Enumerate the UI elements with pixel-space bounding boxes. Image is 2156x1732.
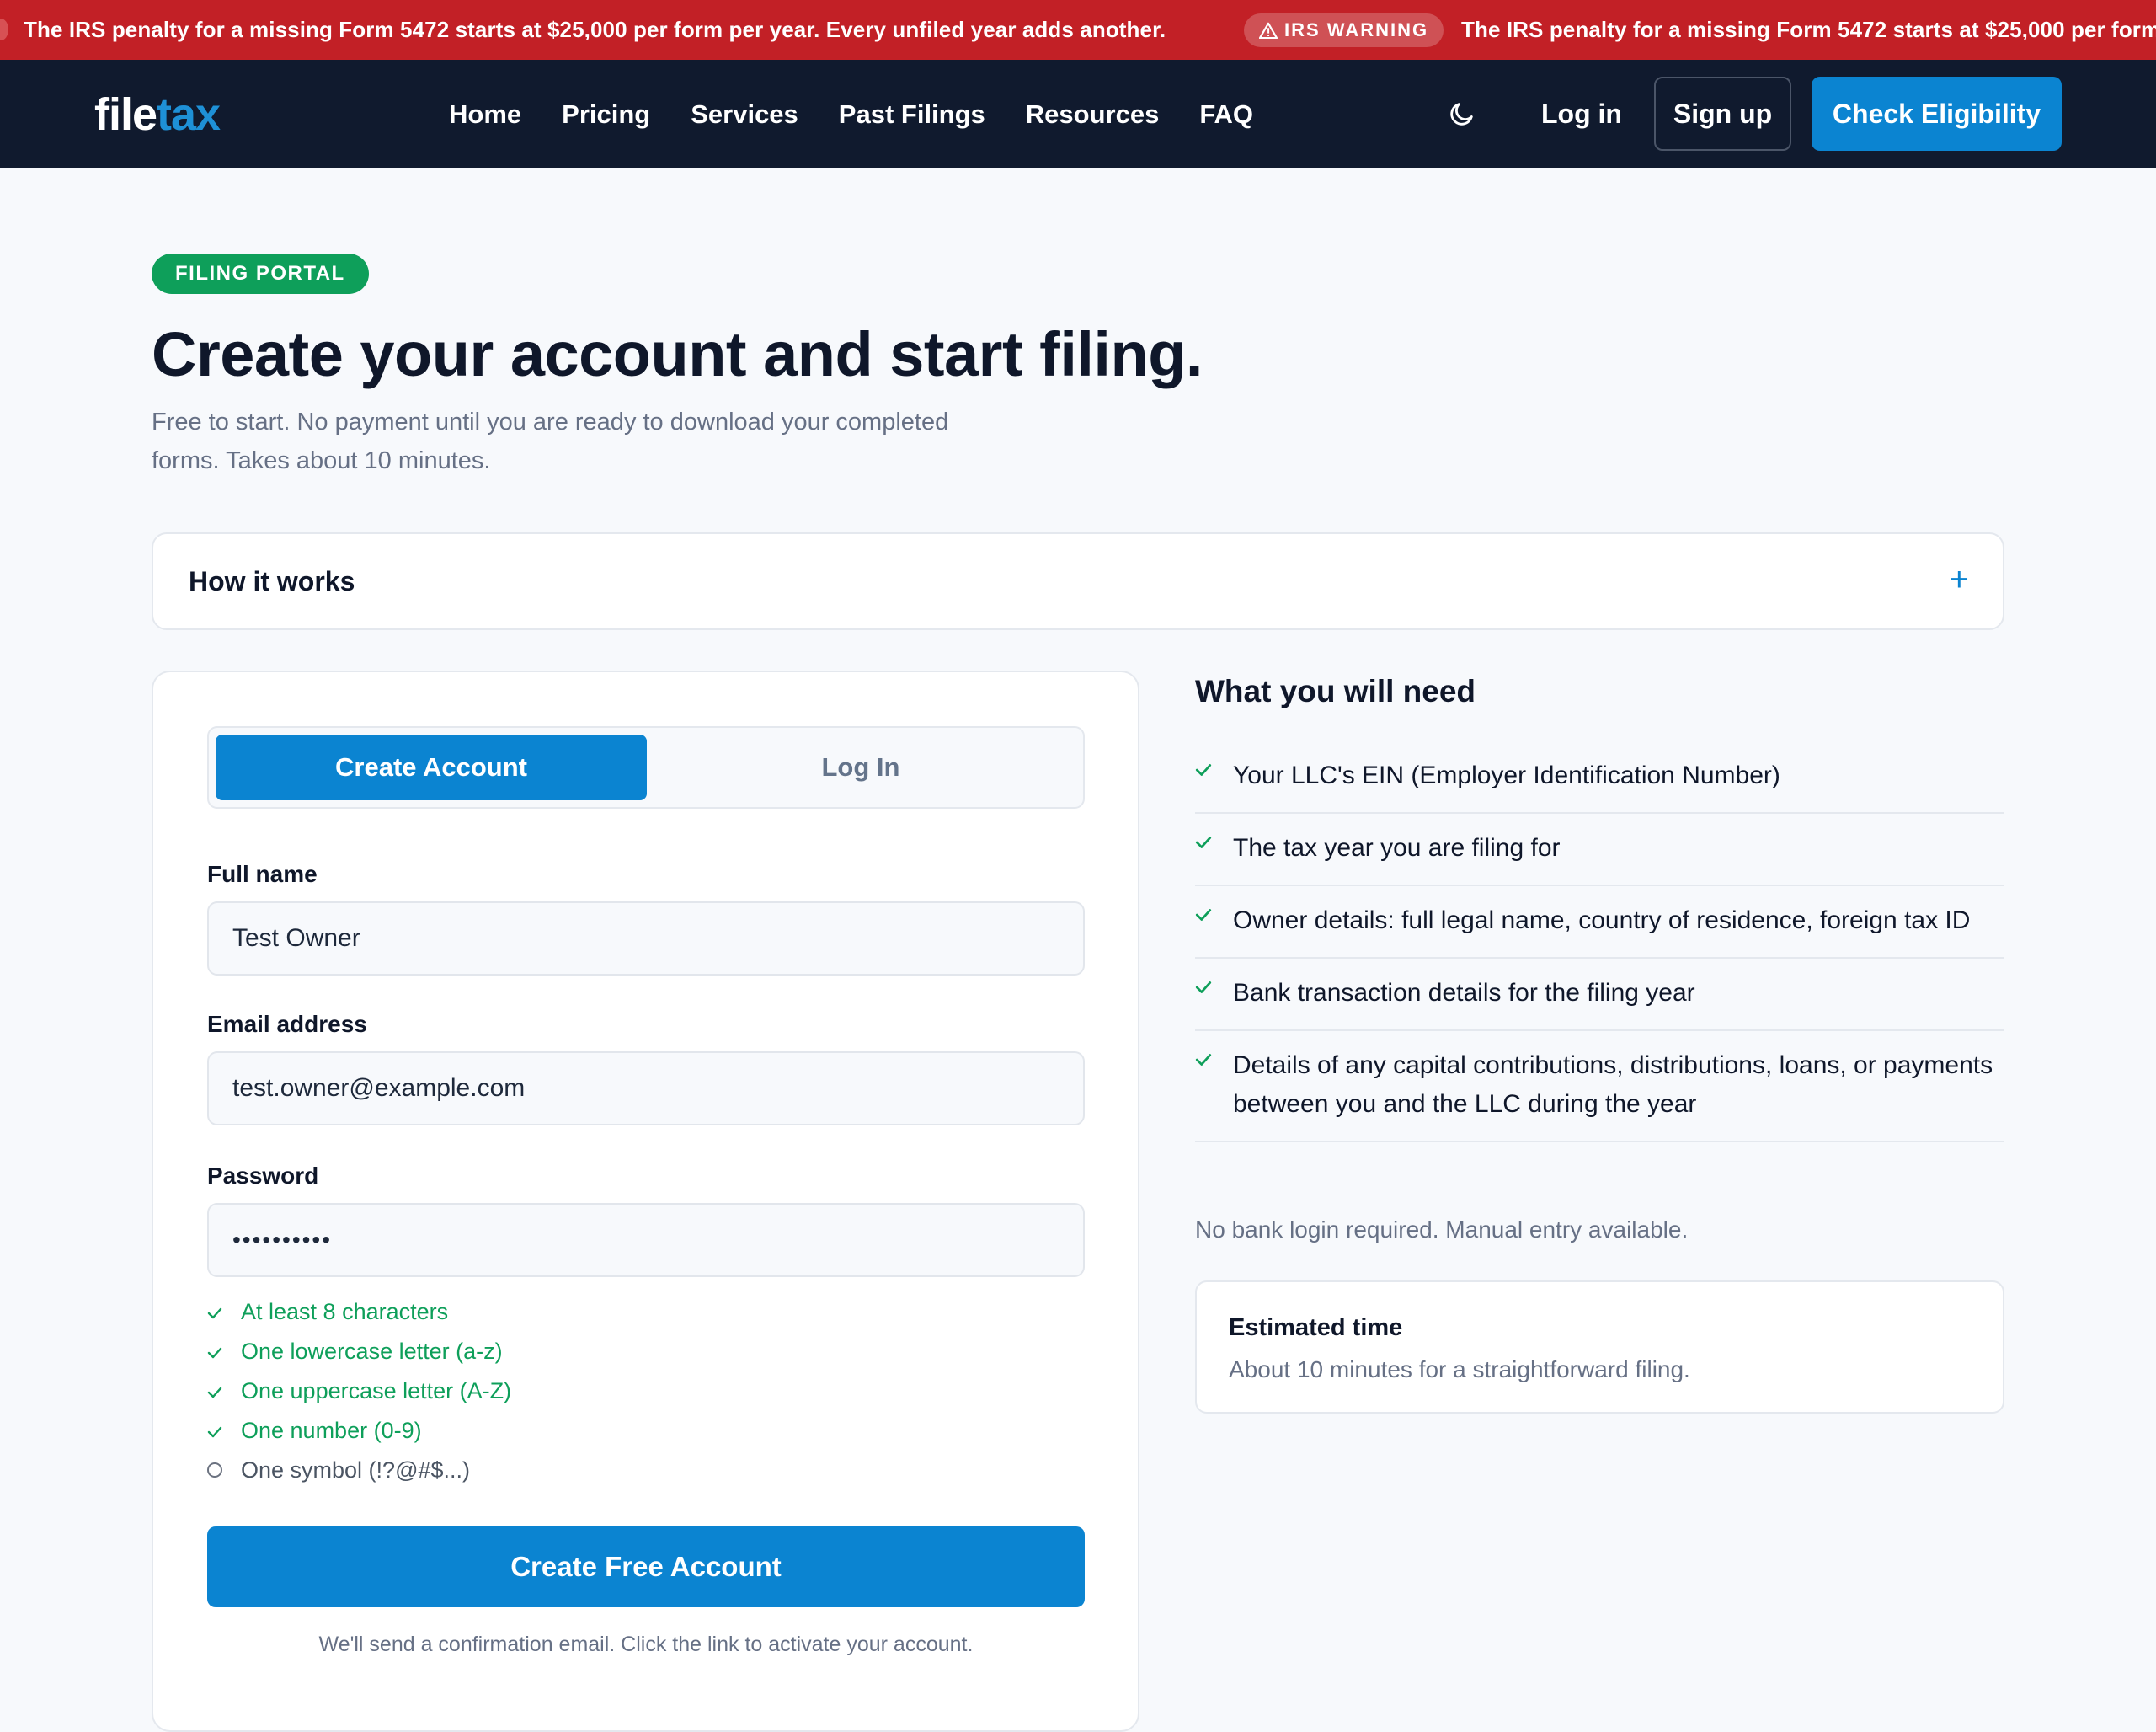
tab-log-in[interactable]: Log In — [645, 735, 1076, 800]
warning-icon — [1259, 22, 1278, 39]
full-name-label: Full name — [207, 861, 318, 887]
ticker-message-repeat: The IRS penalty for a missing Form 5472 … — [1461, 17, 2156, 42]
password-rule: One uppercase letter (A-Z) — [207, 1371, 511, 1411]
login-link[interactable]: Log in — [1541, 60, 1622, 168]
check-icon — [207, 1299, 241, 1325]
no-bank-login-note: No bank login required. Manual entry ava… — [1195, 1216, 1689, 1243]
password-rule: One number (0-9) — [207, 1411, 511, 1451]
plus-icon[interactable]: + — [1950, 561, 1969, 599]
filetax-logo[interactable]: filetax — [94, 88, 221, 141]
full-name-input[interactable]: Test Owner — [207, 901, 1085, 976]
check-icon — [1195, 901, 1233, 940]
estimated-time-title: Estimated time — [1229, 1314, 1403, 1341]
auth-tabs: Create Account Log In — [207, 726, 1085, 809]
accordion-title: How it works — [189, 566, 355, 596]
nav-link-home[interactable]: Home — [449, 99, 521, 130]
check-icon — [1195, 756, 1233, 795]
badge-label: IRS WARNING — [1284, 19, 1429, 40]
check-eligibility-button[interactable]: Check Eligibility — [1812, 77, 2062, 151]
password-label: Password — [207, 1163, 319, 1189]
password-requirements: At least 8 characters One lowercase lett… — [207, 1292, 511, 1490]
top-navigation: filetax Home Pricing Services Past Filin… — [0, 60, 2156, 168]
ticker-edge-dot — [0, 19, 8, 40]
what-you-need-title: What you will need — [1195, 674, 1476, 708]
check-icon — [1195, 974, 1233, 1013]
list-item: Details of any capital contributions, di… — [1195, 1031, 2004, 1142]
ticker-message: The IRS penalty for a missing Form 5472 … — [24, 17, 1166, 42]
tab-create-account[interactable]: Create Account — [216, 735, 647, 800]
password-rule: At least 8 characters — [207, 1292, 511, 1332]
check-icon — [207, 1418, 241, 1444]
empty-circle-icon — [207, 1457, 241, 1483]
list-item: Bank transaction details for the filing … — [1195, 959, 2004, 1031]
nav-link-resources[interactable]: Resources — [1026, 99, 1160, 130]
warning-ticker: The IRS penalty for a missing Form 5472 … — [0, 0, 2156, 60]
filing-portal-pill: FILING PORTAL — [152, 254, 369, 294]
page-subtitle: Free to start. No payment until you are … — [152, 409, 949, 474]
nav-link-faq[interactable]: FAQ — [1199, 99, 1253, 130]
email-input[interactable]: test.owner@example.com — [207, 1051, 1085, 1125]
password-input[interactable]: •••••••••• — [207, 1203, 1085, 1277]
check-icon — [1195, 1046, 1233, 1124]
page-title: Create your account and start filing. — [152, 319, 1203, 389]
irs-warning-badge: IRS WARNING — [1244, 13, 1444, 47]
estimated-time-text: About 10 minutes for a straightforward f… — [1229, 1356, 1690, 1382]
nav-link-services[interactable]: Services — [691, 99, 798, 130]
requirements-list: Your LLC's EIN (Employer Identification … — [1195, 741, 2004, 1142]
estimated-time-card: Estimated time About 10 minutes for a st… — [1195, 1280, 2004, 1414]
confirmation-note: We'll send a confirmation email. Click t… — [318, 1633, 974, 1656]
how-it-works-accordion[interactable]: How it works + — [152, 532, 2004, 630]
signup-form-card: Create Account Log In Full name Test Own… — [152, 671, 1139, 1732]
list-item: The tax year you are filing for — [1195, 814, 2004, 886]
create-free-account-button[interactable]: Create Free Account — [207, 1526, 1085, 1607]
list-item: Owner details: full legal name, country … — [1195, 886, 2004, 959]
email-label: Email address — [207, 1011, 367, 1037]
password-rule: One lowercase letter (a-z) — [207, 1332, 511, 1371]
signup-button[interactable]: Sign up — [1654, 77, 1791, 151]
nav-links: Home Pricing Services Past Filings Resou… — [449, 60, 1253, 168]
nav-link-past-filings[interactable]: Past Filings — [839, 99, 985, 130]
check-icon — [207, 1378, 241, 1404]
check-icon — [207, 1339, 241, 1365]
list-item: Your LLC's EIN (Employer Identification … — [1195, 741, 2004, 814]
nav-link-pricing[interactable]: Pricing — [562, 99, 650, 130]
check-icon — [1195, 829, 1233, 868]
password-rule: One symbol (!?@#$...) — [207, 1451, 511, 1490]
moon-icon[interactable] — [1448, 99, 1476, 128]
